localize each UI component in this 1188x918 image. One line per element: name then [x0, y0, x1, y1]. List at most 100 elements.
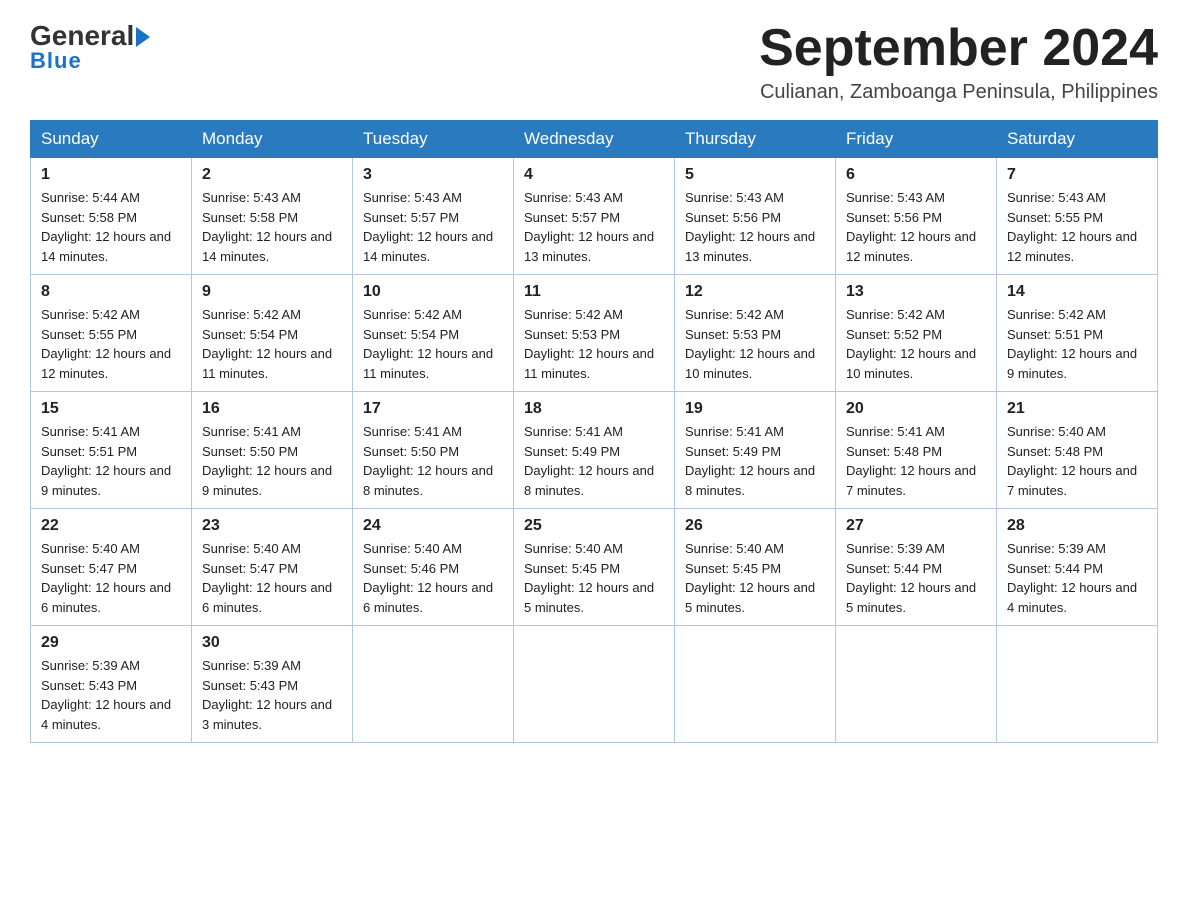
day-number: 16 [202, 400, 342, 418]
location-title: Culianan, Zamboanga Peninsula, Philippin… [759, 81, 1158, 104]
sunset-label: Sunset: 5:53 PM [524, 327, 620, 342]
day-number: 15 [41, 400, 181, 418]
table-row: 1 Sunrise: 5:44 AM Sunset: 5:58 PM Dayli… [31, 158, 192, 275]
sunset-label: Sunset: 5:51 PM [41, 444, 137, 459]
day-info: Sunrise: 5:43 AM Sunset: 5:58 PM Dayligh… [202, 188, 342, 266]
daylight-label: Daylight: 12 hours and 10 minutes. [846, 346, 976, 381]
daylight-label: Daylight: 12 hours and 6 minutes. [363, 580, 493, 615]
daylight-label: Daylight: 12 hours and 13 minutes. [685, 229, 815, 264]
day-number: 23 [202, 517, 342, 535]
day-number: 26 [685, 517, 825, 535]
sunrise-label: Sunrise: 5:42 AM [685, 307, 784, 322]
daylight-label: Daylight: 12 hours and 3 minutes. [202, 697, 332, 732]
day-info: Sunrise: 5:42 AM Sunset: 5:54 PM Dayligh… [202, 305, 342, 383]
table-row: 20 Sunrise: 5:41 AM Sunset: 5:48 PM Dayl… [836, 392, 997, 509]
sunrise-label: Sunrise: 5:41 AM [363, 424, 462, 439]
table-row: 15 Sunrise: 5:41 AM Sunset: 5:51 PM Dayl… [31, 392, 192, 509]
header-tuesday: Tuesday [353, 121, 514, 158]
day-number: 5 [685, 166, 825, 184]
daylight-label: Daylight: 12 hours and 9 minutes. [1007, 346, 1137, 381]
sunrise-label: Sunrise: 5:42 AM [363, 307, 462, 322]
table-row [675, 626, 836, 743]
table-row: 16 Sunrise: 5:41 AM Sunset: 5:50 PM Dayl… [192, 392, 353, 509]
sunset-label: Sunset: 5:55 PM [1007, 210, 1103, 225]
table-row: 13 Sunrise: 5:42 AM Sunset: 5:52 PM Dayl… [836, 275, 997, 392]
day-number: 9 [202, 283, 342, 301]
sunset-label: Sunset: 5:53 PM [685, 327, 781, 342]
sunset-label: Sunset: 5:52 PM [846, 327, 942, 342]
daylight-label: Daylight: 12 hours and 13 minutes. [524, 229, 654, 264]
sunrise-label: Sunrise: 5:41 AM [685, 424, 784, 439]
day-info: Sunrise: 5:42 AM Sunset: 5:51 PM Dayligh… [1007, 305, 1147, 383]
sunset-label: Sunset: 5:49 PM [524, 444, 620, 459]
sunrise-label: Sunrise: 5:44 AM [41, 190, 140, 205]
daylight-label: Daylight: 12 hours and 8 minutes. [363, 463, 493, 498]
month-title: September 2024 [759, 20, 1158, 77]
day-info: Sunrise: 5:41 AM Sunset: 5:49 PM Dayligh… [685, 422, 825, 500]
day-info: Sunrise: 5:43 AM Sunset: 5:57 PM Dayligh… [524, 188, 664, 266]
day-info: Sunrise: 5:41 AM Sunset: 5:51 PM Dayligh… [41, 422, 181, 500]
table-row: 23 Sunrise: 5:40 AM Sunset: 5:47 PM Dayl… [192, 509, 353, 626]
sunrise-label: Sunrise: 5:43 AM [1007, 190, 1106, 205]
daylight-label: Daylight: 12 hours and 12 minutes. [1007, 229, 1137, 264]
daylight-label: Daylight: 12 hours and 4 minutes. [1007, 580, 1137, 615]
sunrise-label: Sunrise: 5:41 AM [41, 424, 140, 439]
daylight-label: Daylight: 12 hours and 9 minutes. [202, 463, 332, 498]
sunrise-label: Sunrise: 5:43 AM [685, 190, 784, 205]
sunrise-label: Sunrise: 5:43 AM [202, 190, 301, 205]
day-info: Sunrise: 5:39 AM Sunset: 5:44 PM Dayligh… [1007, 539, 1147, 617]
day-number: 2 [202, 166, 342, 184]
day-number: 20 [846, 400, 986, 418]
calendar-week-row: 1 Sunrise: 5:44 AM Sunset: 5:58 PM Dayli… [31, 158, 1158, 275]
daylight-label: Daylight: 12 hours and 4 minutes. [41, 697, 171, 732]
sunset-label: Sunset: 5:54 PM [363, 327, 459, 342]
header-monday: Monday [192, 121, 353, 158]
sunrise-label: Sunrise: 5:42 AM [1007, 307, 1106, 322]
sunrise-label: Sunrise: 5:41 AM [202, 424, 301, 439]
calendar-week-row: 8 Sunrise: 5:42 AM Sunset: 5:55 PM Dayli… [31, 275, 1158, 392]
day-number: 10 [363, 283, 503, 301]
table-row: 24 Sunrise: 5:40 AM Sunset: 5:46 PM Dayl… [353, 509, 514, 626]
table-row: 3 Sunrise: 5:43 AM Sunset: 5:57 PM Dayli… [353, 158, 514, 275]
day-number: 29 [41, 634, 181, 652]
day-info: Sunrise: 5:42 AM Sunset: 5:53 PM Dayligh… [524, 305, 664, 383]
sunrise-label: Sunrise: 5:42 AM [524, 307, 623, 322]
sunrise-label: Sunrise: 5:42 AM [846, 307, 945, 322]
sunset-label: Sunset: 5:51 PM [1007, 327, 1103, 342]
day-info: Sunrise: 5:39 AM Sunset: 5:43 PM Dayligh… [202, 656, 342, 734]
sunrise-label: Sunrise: 5:39 AM [846, 541, 945, 556]
sunset-label: Sunset: 5:43 PM [41, 678, 137, 693]
table-row: 5 Sunrise: 5:43 AM Sunset: 5:56 PM Dayli… [675, 158, 836, 275]
day-info: Sunrise: 5:43 AM Sunset: 5:57 PM Dayligh… [363, 188, 503, 266]
day-info: Sunrise: 5:42 AM Sunset: 5:52 PM Dayligh… [846, 305, 986, 383]
table-row: 26 Sunrise: 5:40 AM Sunset: 5:45 PM Dayl… [675, 509, 836, 626]
day-number: 27 [846, 517, 986, 535]
day-info: Sunrise: 5:40 AM Sunset: 5:46 PM Dayligh… [363, 539, 503, 617]
day-info: Sunrise: 5:41 AM Sunset: 5:49 PM Dayligh… [524, 422, 664, 500]
sunset-label: Sunset: 5:48 PM [1007, 444, 1103, 459]
sunrise-label: Sunrise: 5:41 AM [524, 424, 623, 439]
daylight-label: Daylight: 12 hours and 6 minutes. [202, 580, 332, 615]
day-info: Sunrise: 5:40 AM Sunset: 5:47 PM Dayligh… [41, 539, 181, 617]
daylight-label: Daylight: 12 hours and 11 minutes. [524, 346, 654, 381]
table-row [997, 626, 1158, 743]
day-number: 22 [41, 517, 181, 535]
sunrise-label: Sunrise: 5:39 AM [41, 658, 140, 673]
day-info: Sunrise: 5:42 AM Sunset: 5:53 PM Dayligh… [685, 305, 825, 383]
table-row: 7 Sunrise: 5:43 AM Sunset: 5:55 PM Dayli… [997, 158, 1158, 275]
logo: General Blue [30, 20, 150, 74]
sunset-label: Sunset: 5:56 PM [685, 210, 781, 225]
sunrise-label: Sunrise: 5:39 AM [202, 658, 301, 673]
daylight-label: Daylight: 12 hours and 12 minutes. [846, 229, 976, 264]
sunrise-label: Sunrise: 5:40 AM [685, 541, 784, 556]
sunset-label: Sunset: 5:47 PM [41, 561, 137, 576]
sunrise-label: Sunrise: 5:41 AM [846, 424, 945, 439]
day-number: 19 [685, 400, 825, 418]
sunrise-label: Sunrise: 5:40 AM [524, 541, 623, 556]
sunset-label: Sunset: 5:49 PM [685, 444, 781, 459]
calendar-week-row: 29 Sunrise: 5:39 AM Sunset: 5:43 PM Dayl… [31, 626, 1158, 743]
sunrise-label: Sunrise: 5:43 AM [363, 190, 462, 205]
sunset-label: Sunset: 5:54 PM [202, 327, 298, 342]
daylight-label: Daylight: 12 hours and 14 minutes. [41, 229, 171, 264]
day-number: 4 [524, 166, 664, 184]
